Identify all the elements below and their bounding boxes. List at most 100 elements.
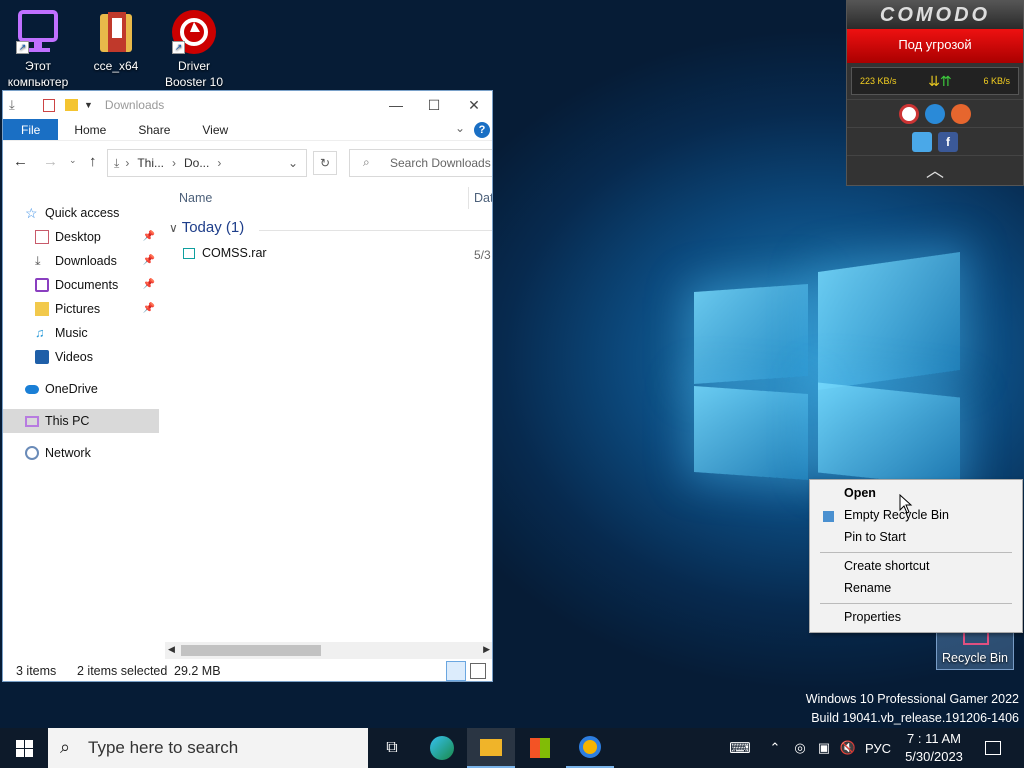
details-view-icon[interactable] (446, 661, 466, 681)
facebook-icon[interactable]: f (938, 131, 958, 152)
column-date[interactable]: Dat (474, 191, 492, 205)
recent-locations-icon[interactable]: ⌄ (69, 155, 77, 166)
twitter-icon[interactable] (912, 131, 932, 152)
address-bar[interactable]: ⤓ › Thi... › Do... › ⌄ (107, 149, 307, 177)
comodo-widget[interactable]: COMODO Под угрозой 223 KB/s ⇊⇈ 6 KB/s f … (846, 0, 1024, 186)
column-name[interactable]: Name (179, 191, 212, 205)
search-input[interactable]: Search Downloads (349, 149, 492, 177)
tray-security-icon[interactable]: ◎ (790, 728, 810, 768)
large-icons-view-icon[interactable] (470, 663, 486, 679)
horizontal-scrollbar[interactable]: ◀ ▶ (165, 642, 492, 659)
windows-logo-icon (15, 739, 33, 757)
comodo-dragon-icon[interactable] (899, 103, 919, 124)
nav-network[interactable]: Network (3, 441, 159, 465)
notification-center-button[interactable] (978, 728, 1008, 768)
navigation-pane: ☆ Quick access Desktop 📌 ⤓ Downloads 📌 Docum… (3, 201, 159, 465)
tray-volume-muted-icon[interactable]: 🔇 (838, 728, 858, 768)
download-icon: ⤓ (114, 155, 120, 170)
download-icon[interactable]: ⤓ (9, 98, 23, 112)
scroll-right-icon[interactable]: ▶ (483, 644, 490, 655)
tray-keyboard-icon[interactable]: ⌨ (724, 728, 756, 768)
help-icon[interactable]: ? (474, 122, 490, 138)
breadcrumb-this-pc[interactable]: Thi... (137, 156, 164, 170)
forward-button[interactable]: → (43, 153, 58, 170)
tray-network-icon[interactable]: ▣ (814, 728, 834, 768)
column-header-row: Name Dat (163, 187, 492, 211)
maximize-button[interactable]: ☐ (415, 91, 453, 119)
taskbar-file-explorer[interactable] (467, 728, 515, 768)
nav-desktop[interactable]: Desktop 📌 (3, 225, 159, 249)
nav-documents[interactable]: Documents 📌 (3, 273, 159, 297)
properties-icon[interactable] (43, 98, 55, 112)
taskbar-chrome-app[interactable] (566, 728, 614, 768)
address-dropdown-icon[interactable]: ⌄ (288, 156, 298, 170)
start-button[interactable] (0, 728, 48, 768)
file-name: COMSS.rar (202, 246, 267, 260)
cloud-icon (25, 384, 39, 394)
file-explorer-window[interactable]: ⤓ ▼ Downloads — ☐ ✕ File Home Share View… (2, 90, 493, 682)
comodo-collapse-button[interactable]: ︿ (847, 155, 1023, 183)
menu-item-open[interactable]: Open (844, 486, 876, 500)
task-view-button[interactable]: ⧉ (368, 728, 416, 768)
menu-item-rename[interactable]: Rename (844, 581, 891, 595)
tab-home[interactable]: Home (58, 119, 122, 140)
nav-music[interactable]: ♫ Music (3, 321, 159, 345)
desktop-icon-cce-x64[interactable]: cce_x64 (78, 8, 154, 74)
os-watermark-line2: Build 19041.vb_release.191206-1406 (811, 711, 1019, 725)
tab-share[interactable]: Share (122, 119, 186, 140)
ribbon-expand-icon[interactable]: ⌄ (455, 121, 465, 135)
nav-label: Downloads (55, 254, 117, 268)
new-folder-icon[interactable] (65, 99, 78, 111)
comodo-status-button[interactable]: Под угрозой (847, 29, 1023, 63)
menu-item-create-shortcut[interactable]: Create shortcut (844, 559, 929, 573)
nav-label: Videos (55, 350, 93, 364)
language-indicator[interactable]: РУС (860, 728, 896, 768)
file-row[interactable]: COMSS.rar (183, 246, 267, 260)
minimize-button[interactable]: — (377, 91, 415, 119)
comodo-social-row: f (847, 127, 1023, 155)
chevron-up-icon: ⌃ (769, 740, 781, 755)
taskbar: Type here to search ⌕ ⧉ ⌨ ⌃ ◎ ▣ 🔇 РУС 7 … (0, 728, 1024, 768)
wallpaper-logo-pane (818, 252, 960, 390)
quick-access-dropdown-icon[interactable]: ▼ (84, 100, 93, 110)
menu-item-pin-to-start[interactable]: Pin to Start (844, 530, 906, 544)
up-button[interactable]: ↑ (89, 153, 97, 170)
refresh-icon[interactable]: ↻ (313, 151, 337, 175)
nav-videos[interactable]: Videos (3, 345, 159, 369)
pin-icon[interactable]: 📌 (143, 249, 155, 273)
driver-booster-icon: ↗ (170, 8, 218, 56)
close-button[interactable]: ✕ (455, 91, 492, 119)
internet-explorer-icon[interactable] (925, 103, 945, 124)
tab-file[interactable]: File (3, 119, 59, 140)
recycle-icon (823, 511, 834, 522)
nav-this-pc[interactable]: This PC (3, 409, 159, 433)
upload-speed: 6 KB/s (983, 76, 1010, 86)
scrollbar-thumb[interactable] (181, 645, 321, 656)
taskbar-search-input[interactable]: Type here to search (48, 728, 368, 768)
nav-pictures[interactable]: Pictures 📌 (3, 297, 159, 321)
desktop-icon-this-pc[interactable]: ↗ Этот компьютер (0, 8, 76, 90)
taskbar-store[interactable] (516, 728, 564, 768)
nav-onedrive[interactable]: OneDrive (3, 377, 159, 401)
pin-icon[interactable]: 📌 (143, 273, 155, 297)
back-button[interactable]: ← (13, 153, 28, 170)
tab-view[interactable]: View (186, 119, 244, 140)
desktop-icon-driver-booster[interactable]: ↗ Driver Booster 10 (156, 8, 232, 90)
pin-icon[interactable]: 📌 (143, 225, 155, 249)
desktop-icon-label: cce_x64 (93, 59, 139, 73)
context-menu: Open Empty Recycle Bin Pin to Start Crea… (809, 479, 1023, 633)
taskbar-edge[interactable] (418, 728, 466, 768)
clock[interactable]: 7 : 11 AM 5/30/2023 (898, 728, 970, 768)
wallpaper-logo-pane (818, 382, 960, 488)
firefox-icon[interactable] (951, 103, 971, 124)
pin-icon[interactable]: 📌 (143, 297, 155, 321)
group-header-today[interactable]: ∨ Today (1) (169, 219, 244, 236)
nav-downloads[interactable]: ⤓ Downloads 📌 (3, 249, 159, 273)
scroll-left-icon[interactable]: ◀ (168, 644, 175, 655)
nav-quick-access[interactable]: ☆ Quick access (3, 201, 159, 225)
show-hidden-icons-button[interactable]: ⌃ (764, 728, 786, 768)
menu-item-properties[interactable]: Properties (844, 610, 901, 624)
folder-icon (480, 738, 502, 756)
menu-item-empty-recycle-bin[interactable]: Empty Recycle Bin (844, 508, 949, 522)
breadcrumb-downloads[interactable]: Do... (184, 156, 209, 170)
